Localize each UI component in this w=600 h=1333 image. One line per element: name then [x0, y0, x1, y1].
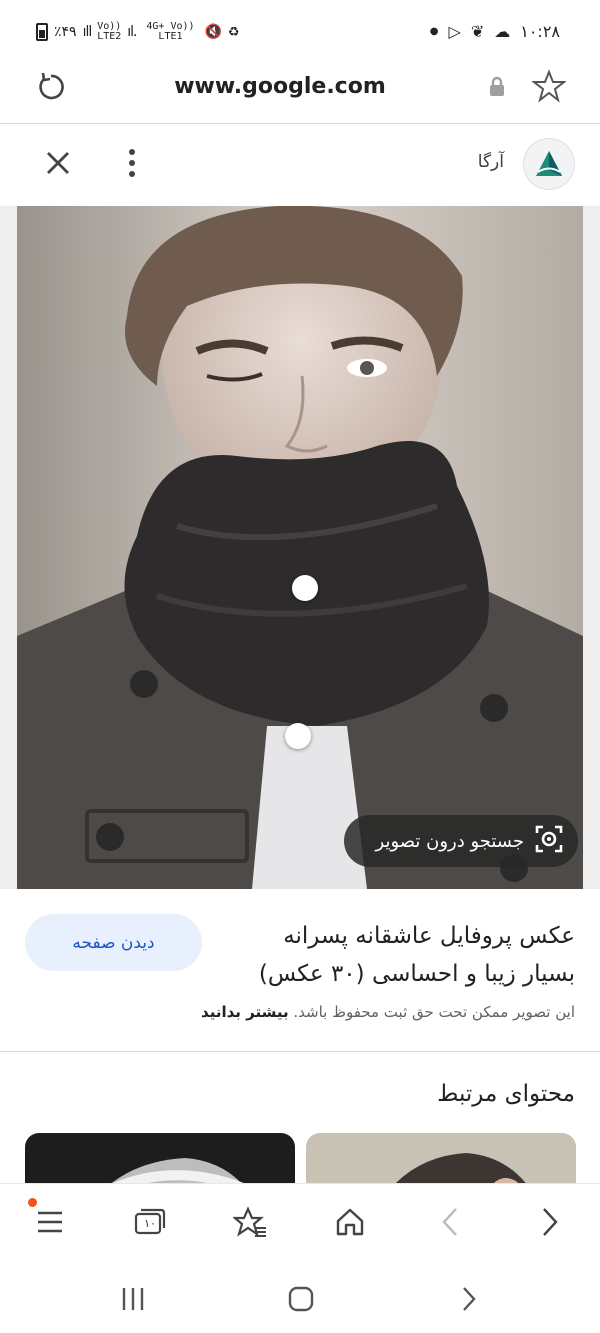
battery-percent: ٪۴۹ — [54, 24, 77, 40]
address-bar: www.google.com — [0, 64, 600, 124]
recycle-icon: ♻ — [227, 24, 240, 40]
bookmarks-button[interactable] — [228, 1200, 272, 1244]
back-nav-button[interactable] — [449, 1279, 489, 1319]
battery-icon — [36, 23, 48, 41]
app-icon: ❦ — [470, 22, 485, 41]
preview-image[interactable] — [17, 206, 583, 889]
result-title[interactable]: عکس پروفایل عاشقانه پسرانه بسیار زیبا و … — [235, 917, 575, 993]
home-nav-button[interactable] — [281, 1279, 321, 1319]
site-name[interactable]: آرگا — [440, 152, 504, 172]
search-inside-image-button[interactable]: جستجو درون تصویر — [344, 815, 578, 867]
related-heading: محتوای مرتبط — [437, 1081, 575, 1107]
signal-icon: ıll — [82, 24, 93, 40]
recent-apps-button[interactable] — [113, 1279, 153, 1319]
tabs-button[interactable]: ۱۰ — [128, 1200, 172, 1244]
back-button[interactable] — [428, 1200, 472, 1244]
sim1-label: Vo)) LTE2 — [97, 21, 122, 42]
object-hotspot-dot[interactable] — [285, 723, 311, 749]
copyright-text: این تصویر ممکن تحت حق ثبت محفوظ باشد. — [293, 1003, 575, 1021]
sim2-label: 4G+ Vo)) LTE1 — [146, 21, 195, 42]
close-icon[interactable] — [42, 147, 74, 183]
mute-icon: 🔇 — [204, 24, 222, 40]
play-store-icon: ▷ — [448, 22, 461, 41]
learn-more-link[interactable]: بیشتر بدانید — [201, 1003, 289, 1021]
image-viewer-header: آرگا — [0, 125, 600, 205]
related-thumbnail[interactable] — [25, 1133, 295, 1183]
site-favicon[interactable] — [523, 138, 575, 190]
notification-dot-icon — [28, 1198, 37, 1207]
more-options-icon[interactable] — [122, 147, 142, 183]
related-thumbnail[interactable] — [306, 1133, 576, 1183]
visit-page-button[interactable]: دیدن صفحه — [25, 914, 202, 971]
result-info-panel: دیدن صفحه عکس پروفایل عاشقانه پسرانه بسی… — [0, 889, 600, 1052]
menu-button[interactable] — [28, 1198, 72, 1244]
bookmark-star-icon[interactable] — [531, 69, 567, 107]
forward-button[interactable] — [528, 1200, 572, 1244]
system-navigation-bar — [0, 1259, 600, 1333]
status-bar: ٪۴۹ ıll Vo)) LTE2 ıl. 4G+ Vo)) LTE1 🔇 ♻ … — [0, 0, 600, 64]
object-hotspot-dot[interactable] — [292, 575, 318, 601]
image-preview-area: جستجو درون تصویر — [0, 206, 600, 889]
notification-dot-icon: ● — [429, 26, 439, 37]
tabs-count: ۱۰ — [144, 1217, 156, 1230]
home-button[interactable] — [328, 1200, 372, 1244]
browser-toolbar: ۱۰ — [0, 1183, 600, 1259]
lens-icon — [534, 824, 564, 859]
copyright-notice: این تصویر ممکن تحت حق ثبت محفوظ باشد. بی… — [15, 1003, 575, 1021]
url-text[interactable]: www.google.com — [0, 74, 560, 99]
signal-icon: ıl. — [127, 24, 137, 40]
chat-icon: ☁ — [494, 22, 511, 41]
lock-icon[interactable] — [487, 76, 507, 102]
clock-time: ۱۰:۲۸ — [520, 22, 560, 41]
related-content-section: محتوای مرتبط — [0, 1053, 600, 1183]
search-inside-image-label: جستجو درون تصویر — [375, 830, 524, 852]
